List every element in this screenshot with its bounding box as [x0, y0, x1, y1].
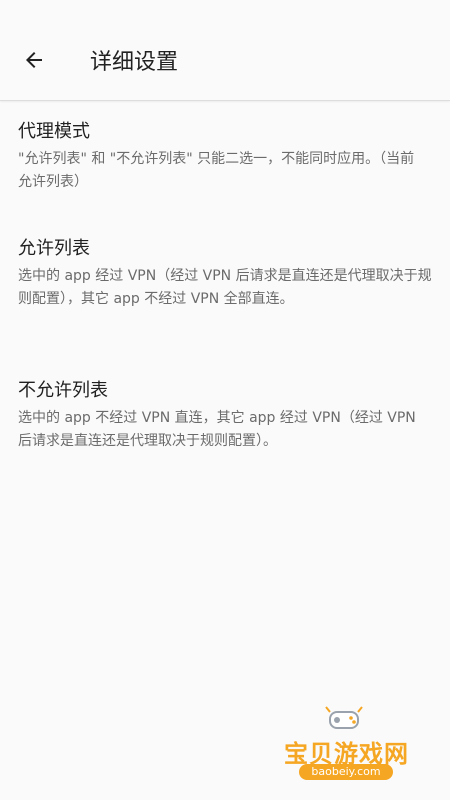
app-bar: 详细设置	[0, 0, 450, 101]
setting-item-disallow-list[interactable]: 不允许列表 选中的 app 不经过 VPN 直连，其它 app 经过 VPN（经…	[0, 377, 450, 453]
setting-title: 不允许列表	[18, 380, 108, 401]
detail-settings-screen: 详细设置 代理模式 "允许列表" 和 "不允许列表" 只能二选一，不能同时应用。…	[0, 0, 450, 800]
setting-description: 选中的 app 经过 VPN（经过 VPN 后请求是直连还是代理取决于规则配置）…	[18, 268, 432, 307]
gamepad-icon	[324, 704, 364, 736]
setting-item-proxy-mode[interactable]: 代理模式 "允许列表" 和 "不允许列表" 只能二选一，不能同时应用。（当前 允…	[0, 118, 450, 194]
setting-description: 选中的 app 不经过 VPN 直连，其它 app 经过 VPN（经过 VPN …	[18, 410, 416, 449]
setting-title: 允许列表	[18, 238, 90, 259]
back-button[interactable]	[14, 42, 54, 82]
watermark-url: baobeiy.com	[299, 764, 393, 780]
setting-description: "允许列表" 和 "不允许列表" 只能二选一，不能同时应用。（当前 允许列表）	[18, 151, 415, 190]
setting-item-allow-list[interactable]: 允许列表 选中的 app 经过 VPN（经过 VPN 后请求是直连还是代理取决于…	[0, 235, 450, 311]
page-title: 详细设置	[90, 50, 179, 75]
setting-title: 代理模式	[18, 121, 90, 142]
arrow-back-icon	[22, 48, 46, 76]
watermark-logo: 宝贝游戏网 baobeiy.com	[272, 700, 422, 790]
